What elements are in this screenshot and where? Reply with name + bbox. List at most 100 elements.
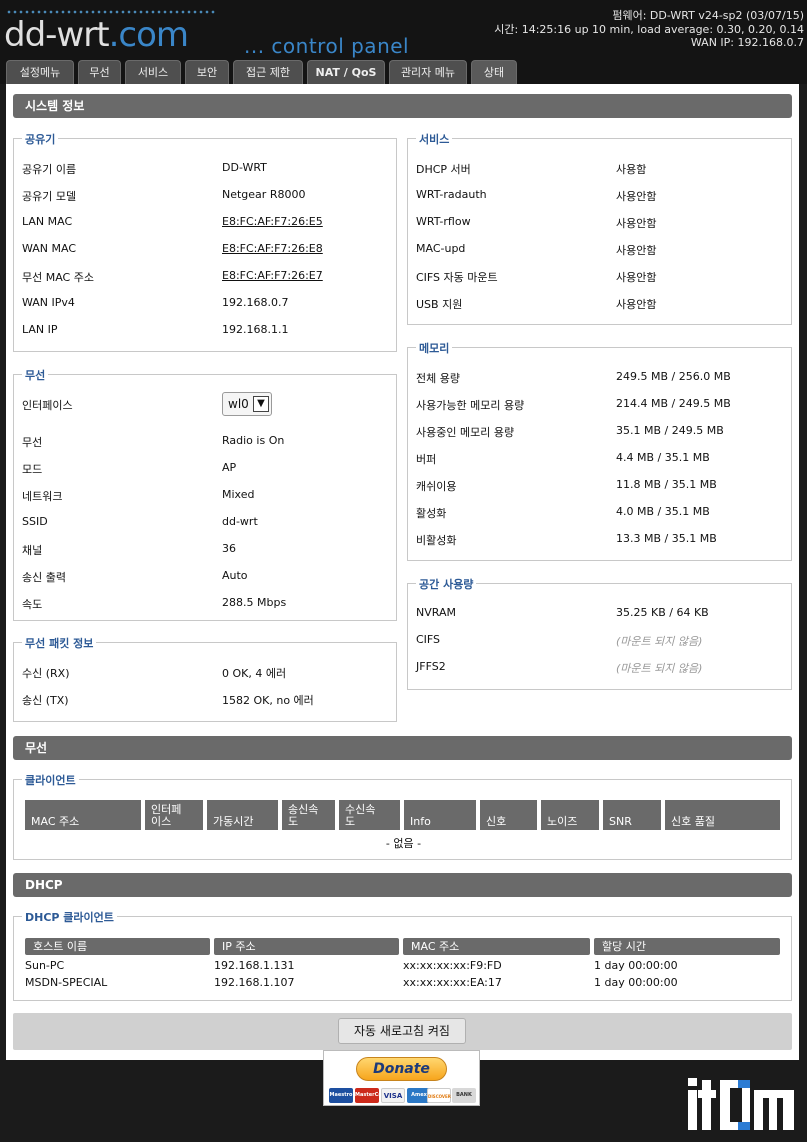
dhcp-clients-legend: DHCP 클라이언트 bbox=[22, 909, 117, 925]
wan-mac-link[interactable]: E8:FC:AF:F7:26:E8 bbox=[222, 242, 323, 255]
dhcp-ip: 192.168.1.107 bbox=[214, 976, 295, 989]
services-fieldset: 서비스 DHCP 서버 사용함 WRT-radauth 사용안함 WRT-rflow… bbox=[407, 131, 792, 325]
dhcp-ip: 192.168.1.131 bbox=[214, 959, 295, 972]
tab-setup[interactable]: 설정메뉴 bbox=[6, 60, 74, 84]
ddwrt-logo[interactable]: dd-wrt.com bbox=[4, 18, 189, 52]
dhcp-hostname: MSDN-SPECIAL bbox=[25, 976, 108, 989]
dhcp-mac: xx:xx:xx:xx:F9:FD bbox=[403, 959, 502, 972]
packets-key: 수신 (RX) bbox=[22, 667, 70, 680]
router-key: 공유기 이름 bbox=[22, 163, 77, 176]
content-area: 시스템 정보 공유기 공유기 이름 DD-WRT 공유기 모델 Netgear R8… bbox=[6, 84, 799, 1060]
system-summary: 펌웨어: DD-WRT v24-sp2 (03/07/15) 시간: 14:25… bbox=[494, 9, 804, 50]
wireless-fieldset: 무선 인터페이스 무선 Radio is On 모드 AP 네트워크 Mixed SS… bbox=[13, 367, 397, 621]
wireless-mac-link[interactable]: E8:FC:AF:F7:26:E7 bbox=[222, 269, 323, 282]
router-key: 무선 MAC 주소 bbox=[22, 271, 94, 284]
dhcp-section-title: DHCP bbox=[13, 873, 792, 897]
space-fieldset: 공간 사용량 NVRAM 35.25 KB / 64 KB CIFS (마운트 되지… bbox=[407, 576, 792, 690]
services-value: 사용안함 bbox=[616, 298, 657, 311]
donate-panel: Donate Maestro MasterCard VISA Amex DISC… bbox=[323, 1050, 480, 1106]
dhcp-clients-fieldset: DHCP 클라이언트 호스트 이름 IP 주소 MAC 주소 할당 시간 Sun… bbox=[13, 909, 792, 1001]
tab-administration[interactable]: 관리자 메뉴 bbox=[389, 60, 467, 84]
dhcp-hostname: Sun-PC bbox=[25, 959, 65, 972]
memory-key: 캐쉬이용 bbox=[416, 480, 457, 493]
wireless-value: dd-wrt bbox=[222, 515, 258, 528]
discover-icon: DISCOVER bbox=[427, 1088, 451, 1103]
bank-icon: BANK bbox=[452, 1088, 476, 1103]
tab-nat-qos[interactable]: NAT / QoS bbox=[307, 60, 385, 84]
services-value: 사용안함 bbox=[616, 190, 657, 203]
wireless-key: 네트워크 bbox=[22, 490, 63, 503]
firmware-text: 펌웨어: DD-WRT v24-sp2 (03/07/15) bbox=[612, 9, 804, 22]
memory-key: 사용중인 메모리 용량 bbox=[416, 426, 515, 439]
services-key: WRT-rflow bbox=[416, 215, 471, 228]
memory-key: 사용가능한 메모리 용량 bbox=[416, 399, 525, 412]
col-mac[interactable]: MAC 주소 bbox=[25, 800, 141, 830]
router-key: WAN MAC bbox=[22, 242, 77, 255]
tab-access-restrictions[interactable]: 접근 제한 bbox=[233, 60, 303, 84]
packets-legend: 무선 패킷 정보 bbox=[22, 635, 97, 651]
col-signal-quality[interactable]: 신호 품질 bbox=[665, 800, 780, 830]
refresh-bar: 자동 새로고침 켜짐 bbox=[13, 1013, 792, 1050]
wireless-key: 무선 bbox=[22, 436, 43, 449]
tab-wireless[interactable]: 무선 bbox=[78, 60, 121, 84]
col-noise[interactable]: 노이즈 bbox=[541, 800, 599, 830]
router-value: DD-WRT bbox=[222, 161, 267, 174]
tab-status[interactable]: 상태 bbox=[471, 60, 517, 84]
wireless-value: Radio is On bbox=[222, 434, 285, 447]
wireless-value: Auto bbox=[222, 569, 248, 582]
tab-services[interactable]: 서비스 bbox=[125, 60, 181, 84]
col-hostname[interactable]: 호스트 이름 bbox=[25, 938, 210, 955]
lan-mac-link[interactable]: E8:FC:AF:F7:26:E5 bbox=[222, 215, 323, 228]
itcm-logo-icon bbox=[688, 1078, 794, 1130]
packets-key: 송신 (TX) bbox=[22, 694, 69, 707]
services-value: 사용안함 bbox=[616, 217, 657, 230]
space-key: NVRAM bbox=[416, 606, 456, 619]
col-interface[interactable]: 인터페 이스 bbox=[145, 800, 203, 830]
col-tx-rate[interactable]: 송신속 도 bbox=[282, 800, 335, 830]
space-value: (마운트 되지 않음) bbox=[616, 662, 703, 675]
interface-select[interactable]: wl0 ▼ bbox=[222, 392, 272, 416]
wireless-key: 속도 bbox=[22, 598, 43, 611]
services-key: CIFS 자동 마운트 bbox=[416, 271, 498, 284]
col-signal[interactable]: 신호 bbox=[480, 800, 537, 830]
interface-select-value: wl0 bbox=[228, 397, 249, 411]
col-mac-address[interactable]: MAC 주소 bbox=[403, 938, 590, 955]
memory-value: 4.4 MB / 35.1 MB bbox=[616, 451, 710, 464]
tagline: ... control panel bbox=[244, 34, 410, 58]
auto-refresh-button[interactable]: 자동 새로고침 켜짐 bbox=[338, 1018, 466, 1044]
dhcp-mac: xx:xx:xx:xx:EA:17 bbox=[403, 976, 502, 989]
wireless-clients-fieldset: 클라이언트 MAC 주소 인터페 이스 가동시간 송신속 도 수신속 도 Inf… bbox=[13, 772, 792, 860]
dhcp-lease: 1 day 00:00:00 bbox=[594, 976, 678, 989]
col-uptime[interactable]: 가동시간 bbox=[207, 800, 278, 830]
packets-value: 1582 OK, no 에러 bbox=[222, 694, 314, 707]
services-value: 사용안함 bbox=[616, 244, 657, 257]
tab-security[interactable]: 보안 bbox=[185, 60, 229, 84]
memory-value: 4.0 MB / 35.1 MB bbox=[616, 505, 710, 518]
interface-label: 인터페이스 bbox=[22, 399, 73, 412]
router-value: Netgear R8000 bbox=[222, 188, 306, 201]
dhcp-lease: 1 day 00:00:00 bbox=[594, 959, 678, 972]
maestro-icon: Maestro bbox=[329, 1088, 353, 1103]
router-key: WAN IPv4 bbox=[22, 296, 75, 309]
router-key: 공유기 모델 bbox=[22, 190, 77, 203]
wireless-clients-legend: 클라이언트 bbox=[22, 772, 79, 788]
packets-fieldset: 무선 패킷 정보 수신 (RX) 0 OK, 4 에러 송신 (TX) 1582 O… bbox=[13, 635, 397, 722]
col-rx-rate[interactable]: 수신속 도 bbox=[339, 800, 400, 830]
memory-key: 전체 용량 bbox=[416, 372, 460, 385]
memory-fieldset: 메모리 전체 용량 249.5 MB / 256.0 MB 사용가능한 메모리 용… bbox=[407, 340, 792, 561]
wireless-legend: 무선 bbox=[22, 367, 49, 383]
services-key: USB 지원 bbox=[416, 298, 463, 311]
router-key: LAN IP bbox=[22, 323, 58, 336]
space-value: 35.25 KB / 64 KB bbox=[616, 606, 709, 619]
visa-icon: VISA bbox=[381, 1088, 405, 1103]
col-lease[interactable]: 할당 시간 bbox=[594, 938, 780, 955]
col-snr[interactable]: SNR bbox=[603, 800, 661, 830]
col-ip[interactable]: IP 주소 bbox=[214, 938, 399, 955]
memory-key: 활성화 bbox=[416, 507, 447, 520]
router-value: 192.168.1.1 bbox=[222, 323, 289, 336]
space-value: (마운트 되지 않음) bbox=[616, 635, 703, 648]
wireless-key: 모드 bbox=[22, 463, 43, 476]
wireless-value: Mixed bbox=[222, 488, 255, 501]
col-info[interactable]: Info bbox=[404, 800, 476, 830]
donate-button[interactable]: Donate bbox=[356, 1057, 447, 1081]
